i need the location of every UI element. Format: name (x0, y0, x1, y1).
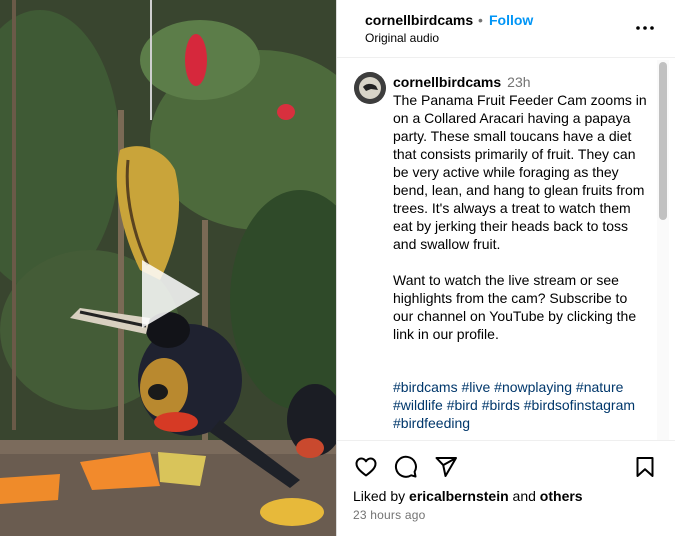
post-header: cornellbirdcams • Follow Original audio (337, 0, 675, 58)
audio-label[interactable]: Original audio (365, 31, 439, 45)
liked-others-link[interactable]: others (540, 488, 583, 504)
scrollbar-thumb[interactable] (659, 62, 667, 220)
hashtag-link[interactable]: #birdfeeding (393, 415, 470, 431)
hashtags: #birdcams #live #nowplaying #nature #wil… (393, 378, 651, 432)
hashtag-link[interactable]: #birdsofinstagram (524, 397, 635, 413)
video-player[interactable] (0, 0, 336, 536)
hashtag-link[interactable]: #bird (447, 397, 478, 413)
comments-area[interactable]: cornellbirdcams 23h The Panama Fruit Feed… (337, 60, 675, 440)
play-button[interactable] (128, 254, 208, 334)
play-icon (142, 260, 200, 328)
liked-user-link[interactable]: ericalbernstein (409, 488, 509, 504)
post-timestamp[interactable]: 23 hours ago (353, 508, 425, 522)
hashtag-link[interactable]: #live (461, 379, 490, 395)
share-icon[interactable] (434, 455, 458, 479)
hashtag-link[interactable]: #wildlife (393, 397, 443, 413)
caption-username[interactable]: cornellbirdcams (393, 74, 501, 90)
comment-icon[interactable] (394, 455, 418, 479)
post-panel: cornellbirdcams • Follow Original audio … (336, 0, 675, 536)
header-separator: • (478, 12, 483, 28)
hashtag-link[interactable]: #nowplaying (494, 379, 572, 395)
hashtag-link[interactable]: #birds (482, 397, 520, 413)
bookmark-icon[interactable] (633, 455, 657, 479)
caption-text: The Panama Fruit Feeder Cam zooms in on … (393, 92, 647, 342)
follow-button[interactable]: Follow (489, 12, 533, 28)
heart-icon[interactable] (354, 455, 378, 479)
header-username[interactable]: cornellbirdcams (365, 12, 473, 28)
liked-and-label: and (512, 488, 536, 504)
likes-summary: Liked by ericalbernstein and others (353, 488, 583, 504)
more-options-icon[interactable] (633, 16, 657, 40)
avatar[interactable] (354, 72, 386, 104)
action-bar: Liked by ericalbernstein and others 23 h… (337, 440, 675, 536)
caption-time[interactable]: 23h (507, 74, 530, 90)
post-caption: cornellbirdcams 23h The Panama Fruit Feed… (393, 73, 651, 343)
hashtag-link[interactable]: #birdcams (393, 379, 458, 395)
hashtag-link[interactable]: #nature (576, 379, 623, 395)
liked-by-label: Liked by (353, 488, 406, 504)
